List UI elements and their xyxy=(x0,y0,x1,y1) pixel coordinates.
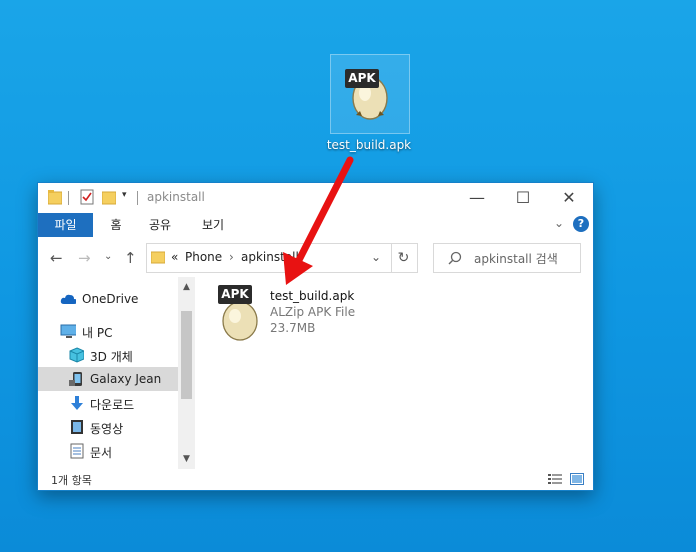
sidebar-item-label: 다운로드 xyxy=(90,398,135,412)
search-icon xyxy=(448,251,462,265)
sidebar-item-this-pc[interactable]: 내 PC xyxy=(38,319,178,343)
recent-dropdown-icon[interactable]: ⌄ xyxy=(104,251,112,262)
details-view-icon[interactable] xyxy=(548,473,562,485)
folder-icon xyxy=(151,251,165,264)
cloud-icon xyxy=(60,294,76,304)
close-button[interactable]: ✕ xyxy=(546,183,592,213)
desktop-icon-label[interactable]: test_build.apk xyxy=(322,138,416,152)
egg-icon xyxy=(352,76,388,120)
apk-badge: APK xyxy=(218,285,252,304)
scroll-up-icon[interactable]: ▲ xyxy=(178,279,195,295)
sidebar-item-label: 문서 xyxy=(90,446,113,460)
sidebar-item-galaxy-jean[interactable]: Galaxy Jean xyxy=(38,367,178,391)
computer-icon xyxy=(60,324,76,338)
maximize-button[interactable]: ☐ xyxy=(500,183,546,213)
cube-icon xyxy=(69,347,84,363)
window-title: apkinstall xyxy=(147,190,205,204)
expand-ribbon-icon[interactable]: ⌄ xyxy=(554,216,564,230)
back-button[interactable]: ← xyxy=(50,249,63,267)
file-type: ALZip APK File xyxy=(270,305,356,319)
up-button[interactable]: ↑ xyxy=(124,249,137,267)
explorer-window: ▾ apkinstall — ☐ ✕ 파일 홈 공유 보기 ⌄ ? ← → ⌄ … xyxy=(37,182,594,491)
sidebar-item-label: 3D 개체 xyxy=(90,350,133,364)
sidebar-item-videos[interactable]: 동영상 xyxy=(38,415,178,439)
tab-view[interactable]: 보기 xyxy=(192,213,234,237)
breadcrumb-sep-icon: › xyxy=(229,250,234,264)
ribbon-tabs: 파일 홈 공유 보기 ⌄ ? xyxy=(38,213,593,237)
new-folder-icon[interactable] xyxy=(102,189,116,205)
download-icon xyxy=(71,396,83,410)
separator xyxy=(68,191,69,205)
properties-icon[interactable] xyxy=(80,189,94,205)
separator xyxy=(137,191,138,205)
status-bar: 1개 항목 xyxy=(38,469,593,490)
address-dropdown-icon[interactable]: ⌄ xyxy=(371,250,381,264)
title-bar[interactable]: ▾ apkinstall — ☐ ✕ xyxy=(38,183,593,213)
apk-badge: APK xyxy=(345,69,379,88)
item-count: 1개 항목 xyxy=(51,474,92,487)
search-input[interactable]: apkinstall 검색 xyxy=(474,250,558,267)
file-name[interactable]: test_build.apk xyxy=(270,289,354,303)
file-size: 23.7MB xyxy=(270,321,316,335)
quick-access-dropdown-icon[interactable]: ▾ xyxy=(122,190,127,200)
phone-icon xyxy=(69,372,82,386)
tab-file[interactable]: 파일 xyxy=(38,213,93,237)
breadcrumb-overflow[interactable]: « xyxy=(171,250,178,264)
video-icon xyxy=(71,420,83,434)
desktop-apk-icon[interactable]: APK xyxy=(330,54,410,134)
sidebar-item-downloads[interactable]: 다운로드 xyxy=(38,391,178,415)
sidebar-item-label: OneDrive xyxy=(82,292,139,306)
navigation-pane: OneDrive 내 PC 3D 개체 Galaxy Jean 다운로드 동영상… xyxy=(38,277,196,469)
sidebar-item-label: 동영상 xyxy=(90,422,124,436)
breadcrumb-phone[interactable]: Phone xyxy=(185,250,222,264)
address-bar[interactable]: « Phone › apkinstall ⌄ xyxy=(146,243,392,273)
minimize-button[interactable]: — xyxy=(454,183,500,213)
address-row: ← → ⌄ ↑ « Phone › apkinstall ⌄ ↻ apkinst… xyxy=(38,237,593,277)
breadcrumb-apkinstall[interactable]: apkinstall xyxy=(241,250,299,264)
large-icons-view-icon[interactable] xyxy=(570,473,584,485)
file-list: APK test_build.apk ALZip APK File 23.7MB xyxy=(196,277,593,469)
sidebar-item-documents[interactable]: 문서 xyxy=(38,439,178,463)
refresh-button[interactable]: ↻ xyxy=(390,243,418,273)
help-icon[interactable]: ? xyxy=(573,216,589,232)
sidebar-item-label: 내 PC xyxy=(82,326,113,340)
scroll-down-icon[interactable]: ▼ xyxy=(178,451,195,467)
scroll-thumb[interactable] xyxy=(181,311,192,399)
sidebar-item-3d-objects[interactable]: 3D 개체 xyxy=(38,343,178,367)
search-box[interactable]: apkinstall 검색 xyxy=(433,243,581,273)
tab-share[interactable]: 공유 xyxy=(140,213,180,237)
forward-button[interactable]: → xyxy=(78,249,91,267)
sidebar-item-label: Galaxy Jean xyxy=(90,372,162,386)
sidebar-item-onedrive[interactable]: OneDrive xyxy=(38,287,178,311)
sidebar-scrollbar[interactable]: ▲ ▼ xyxy=(178,277,195,469)
folder-icon[interactable] xyxy=(48,189,62,205)
document-icon xyxy=(70,443,84,459)
tab-home[interactable]: 홈 xyxy=(98,213,134,237)
